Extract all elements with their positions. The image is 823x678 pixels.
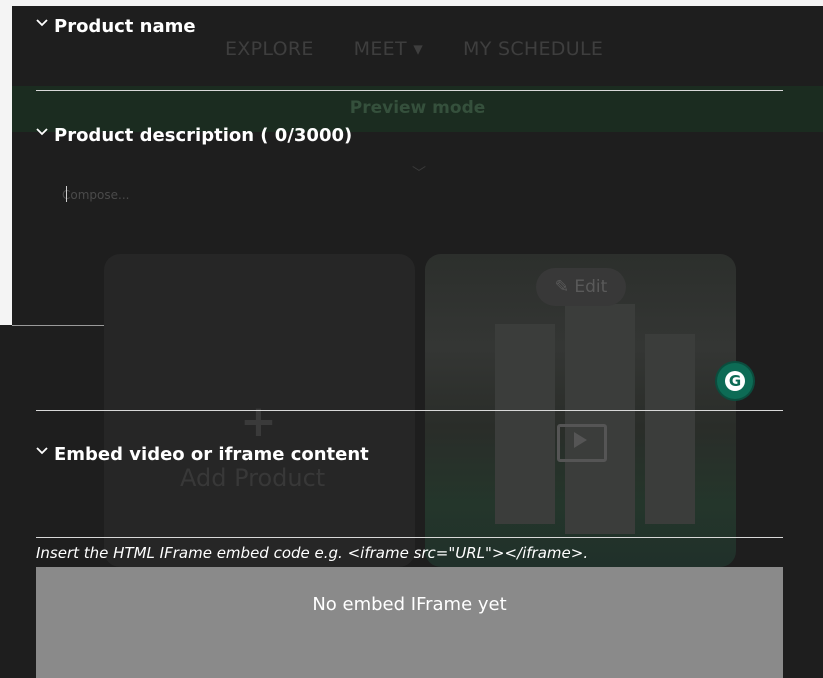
- chevron-down-icon: [36, 127, 48, 138]
- pencil-icon: ✎: [554, 277, 569, 297]
- section-label: Embed video or iframe content: [54, 444, 369, 465]
- divider: [36, 90, 783, 91]
- text-cursor: [66, 186, 67, 202]
- divider: [36, 410, 783, 411]
- chevron-down-icon: [36, 18, 48, 29]
- chevron-down-icon: ﹀: [412, 166, 426, 182]
- section-label: Product name: [54, 16, 196, 37]
- embed-preview-box[interactable]: No embed IFrame yet: [36, 567, 783, 678]
- nav-explore: EXPLORE: [225, 38, 314, 60]
- nav-my-schedule: MY SCHEDULE: [463, 38, 604, 60]
- nav-meet: MEET ▾: [353, 38, 424, 60]
- embed-empty-state: No embed IFrame yet: [312, 594, 507, 615]
- edit-label: Edit: [574, 277, 608, 297]
- section-label: Product description ( 0/3000): [54, 125, 353, 146]
- plus-icon: +: [240, 396, 277, 447]
- section-product-description[interactable]: Product description ( 0/3000): [36, 125, 352, 146]
- preview-banner-text: Preview mode: [349, 98, 486, 118]
- building-shape: [565, 304, 635, 534]
- page-left-edge: [0, 0, 12, 325]
- play-icon: [574, 432, 587, 448]
- embed-hint: Insert the HTML IFrame embed code e.g. <…: [36, 544, 589, 562]
- compose-placeholder: Compose...: [62, 188, 130, 202]
- top-nav: EXPLORE MEET ▾ MY SCHEDULE: [225, 38, 603, 60]
- section-product-name[interactable]: Product name: [36, 16, 196, 37]
- add-product-label: Add Product: [180, 464, 326, 492]
- edit-button: ✎ Edit: [536, 268, 626, 306]
- chevron-down-icon: [36, 446, 48, 457]
- building-shape: [645, 334, 695, 524]
- section-embed-video[interactable]: Embed video or iframe content: [36, 444, 369, 465]
- grammarly-icon[interactable]: G: [717, 363, 753, 399]
- divider: [36, 537, 783, 538]
- building-shape: [495, 324, 555, 524]
- page-top-edge: [0, 0, 823, 6]
